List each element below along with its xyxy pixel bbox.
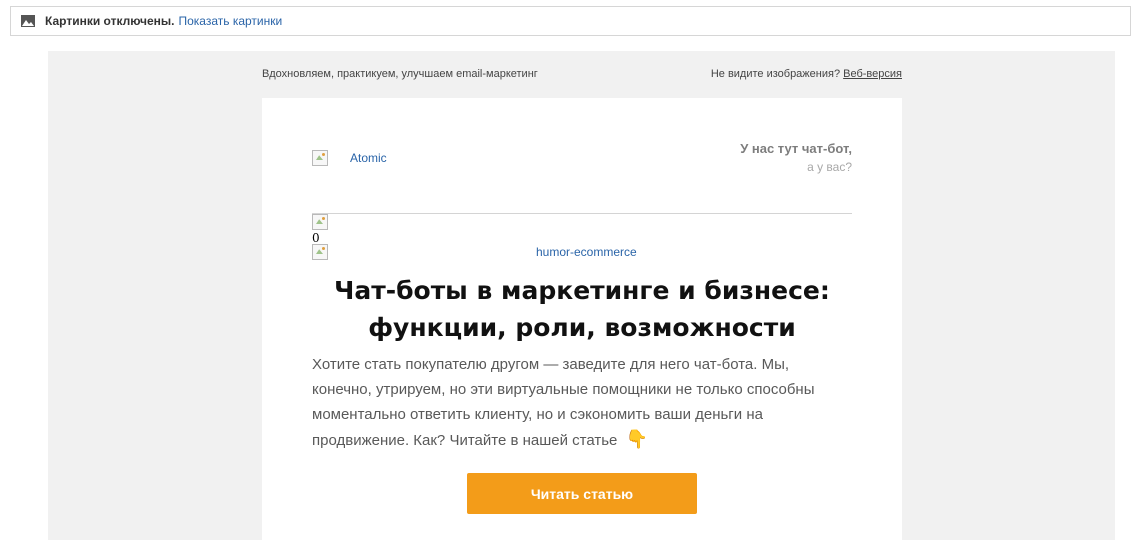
logo-alt-text: Atomic xyxy=(350,151,387,165)
preheader-question: Не видите изображения? xyxy=(710,68,841,80)
teaser-title: У нас тут чат-бот, xyxy=(740,141,852,156)
picture-icon xyxy=(21,15,35,27)
read-article-button[interactable]: Читать статью xyxy=(467,473,697,514)
logo[interactable]: Atomic xyxy=(312,150,387,166)
broken-image-icon xyxy=(312,150,328,166)
hero-image[interactable]: humor-ecommerce xyxy=(312,244,852,260)
show-images-link[interactable]: Показать картинки xyxy=(178,14,282,28)
broken-image-icon xyxy=(312,244,328,260)
article-lead-text: Хотите стать покупателю другом — заведит… xyxy=(312,356,815,449)
spacer-image-alt: 0 xyxy=(312,231,320,245)
article-lead: Хотите стать покупателю другом — заведит… xyxy=(312,352,852,453)
pointing-down-icon: 👇 xyxy=(625,429,648,449)
broken-image-icon xyxy=(312,214,328,230)
images-disabled-status: Картинки отключены. xyxy=(45,14,175,28)
spacer-image: 0 xyxy=(312,214,328,245)
teaser-subtitle: а у вас? xyxy=(807,160,852,174)
article-headline: Чат-боты в маркетинге и бизнесе: функции… xyxy=(334,276,830,342)
preheader: Вдохновляем, практикуем, улучшаем email-… xyxy=(262,68,902,80)
email-canvas: Вдохновляем, практикуем, улучшаем email-… xyxy=(48,51,1115,540)
hero-image-alt: humor-ecommerce xyxy=(536,245,637,259)
teaser: У нас тут чат-бот, а у вас? xyxy=(740,140,852,176)
web-version-link[interactable]: Веб-версия xyxy=(843,68,902,80)
preheader-tagline: Вдохновляем, практикуем, улучшаем email-… xyxy=(262,68,538,80)
preheader-web-version: Не видите изображения? Веб-версия xyxy=(711,68,902,80)
email-body: Atomic У нас тут чат-бот, а у вас? 0 hum… xyxy=(262,98,902,540)
divider xyxy=(312,213,852,214)
images-disabled-bar: Картинки отключены. Показать картинки xyxy=(10,6,1131,36)
